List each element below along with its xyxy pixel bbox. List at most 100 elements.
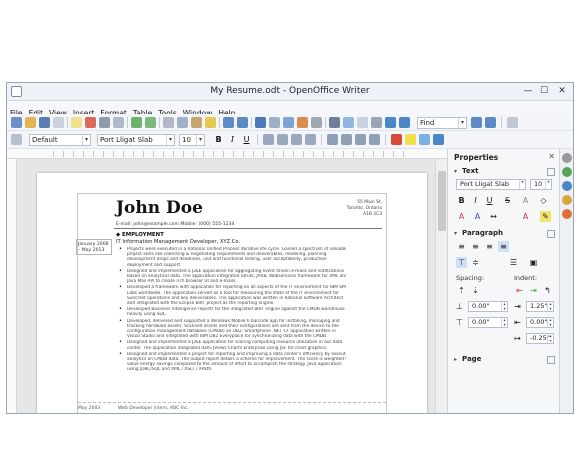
para-align-left-icon[interactable]: ≡ <box>456 241 467 252</box>
text-section-header[interactable]: ▾ Text <box>454 167 478 175</box>
sidebar-italic-button[interactable]: I <box>470 195 481 206</box>
styles-formatting-icon[interactable] <box>11 134 22 145</box>
cut-icon[interactable] <box>163 117 174 128</box>
after-indent-input[interactable]: 0.00" ▴ ▾ <box>526 317 554 328</box>
open-folder-icon[interactable] <box>25 117 36 128</box>
sidebar-highlight-button[interactable]: ✎ <box>540 211 551 222</box>
italic-button[interactable]: I <box>227 134 238 145</box>
sidebar-font-color-button[interactable]: A <box>520 211 531 222</box>
export-pdf-icon[interactable] <box>85 117 96 128</box>
font-size-select[interactable]: 10 ▾ <box>179 134 205 146</box>
sidebar-size-select[interactable]: 10 ▾ <box>530 179 552 190</box>
minimize-button[interactable]: — <box>521 85 535 97</box>
navigator-tab-icon[interactable] <box>562 209 572 219</box>
sidebar-close-icon[interactable]: ✕ <box>548 152 555 161</box>
first-line-indent-input[interactable]: -0.25" ▴ ▾ <box>526 333 554 344</box>
paragraph-more-options-icon[interactable] <box>547 230 555 238</box>
sidebar-bold-button[interactable]: B <box>456 195 467 206</box>
numbering-icon[interactable] <box>327 134 338 145</box>
email-icon[interactable] <box>53 117 64 128</box>
redo-icon[interactable] <box>237 117 248 128</box>
bullets-icon[interactable] <box>341 134 352 145</box>
copy-icon[interactable] <box>177 117 188 128</box>
align-right-icon[interactable] <box>291 134 302 145</box>
para-justify-icon[interactable]: ≡ <box>498 241 509 252</box>
underline-button[interactable]: U <box>241 134 252 145</box>
deck-menu-icon[interactable] <box>562 153 572 163</box>
align-left-icon[interactable] <box>263 134 274 145</box>
document-page[interactable]: John Doe E-mail: john@example.com Mobile… <box>37 173 427 413</box>
text-more-options-icon[interactable] <box>547 168 555 176</box>
highlighting-icon[interactable] <box>405 134 416 145</box>
sidebar-underline-button[interactable]: U <box>484 195 495 206</box>
page-section-header[interactable]: ▸ Page <box>454 355 481 363</box>
decrease-indent-side-icon[interactable]: ⇥ <box>528 285 539 296</box>
zoom-icon[interactable] <box>385 117 396 128</box>
justify-icon[interactable] <box>305 134 316 145</box>
font-color-icon[interactable] <box>391 134 402 145</box>
horizontal-ruler[interactable] <box>7 149 447 159</box>
decrease-indent-icon[interactable] <box>355 134 366 145</box>
vertical-scrollbar[interactable] <box>435 159 447 413</box>
maximize-button[interactable]: ☐ <box>537 85 551 97</box>
hyperlink-icon[interactable] <box>255 117 266 128</box>
para-background-icon[interactable]: ▣ <box>528 257 539 268</box>
clone-formatting-icon[interactable] <box>205 117 216 128</box>
sidebar-font-select[interactable]: Port Lligat Slab ▾ <box>456 179 526 190</box>
chart-icon[interactable] <box>297 117 308 128</box>
toolbar-options-icon[interactable] <box>507 117 518 128</box>
more-formatting-icon[interactable] <box>433 134 444 145</box>
undo-icon[interactable] <box>223 117 234 128</box>
autospellcheck-icon[interactable] <box>145 117 156 128</box>
increase-indent-side-icon[interactable]: ⇤ <box>514 285 525 296</box>
find-previous-icon[interactable] <box>485 117 496 128</box>
print-preview-icon[interactable] <box>113 117 124 128</box>
gallery-icon[interactable] <box>357 117 368 128</box>
formatting-marks-icon[interactable] <box>371 117 382 128</box>
sidebar-shadow-button[interactable]: A <box>520 195 531 206</box>
image-icon[interactable] <box>283 117 294 128</box>
find-next-icon[interactable] <box>471 117 482 128</box>
gallery-tab-icon[interactable] <box>562 195 572 205</box>
navigator-icon[interactable] <box>343 117 354 128</box>
hanging-indent-icon[interactable]: ↰ <box>542 285 553 296</box>
para-bullets-icon[interactable]: ☰ <box>508 257 519 268</box>
above-spacing-input[interactable]: 0.00" ▴ ▾ <box>468 301 508 312</box>
table-icon[interactable] <box>269 117 280 128</box>
decrease-spacing-icon[interactable]: ⇣ <box>470 285 481 296</box>
page-more-options-icon[interactable] <box>547 356 555 364</box>
close-button[interactable]: ✕ <box>555 85 569 97</box>
below-spacing-input[interactable]: 0.00" ▴ ▾ <box>468 317 508 328</box>
save-icon[interactable] <box>39 117 50 128</box>
scrollbar-thumb[interactable] <box>438 171 446 231</box>
help-icon[interactable] <box>399 117 410 128</box>
new-document-icon[interactable] <box>11 117 22 128</box>
find-replace-icon[interactable] <box>329 117 340 128</box>
paragraph-style-select[interactable]: Default ▾ <box>29 134 91 146</box>
paste-icon[interactable] <box>191 117 202 128</box>
properties-tab-icon[interactable] <box>562 167 572 177</box>
sidebar-spacing-button[interactable]: ↔ <box>488 211 499 222</box>
sidebar-shrink-font-button[interactable]: A <box>472 211 483 222</box>
increase-indent-icon[interactable] <box>369 134 380 145</box>
bold-button[interactable]: B <box>213 134 224 145</box>
spellcheck-icon[interactable] <box>131 117 142 128</box>
show-draw-functions-icon[interactable] <box>311 117 322 128</box>
paragraph-section-header[interactable]: ▾ Paragraph <box>454 229 503 237</box>
para-top-align-icon[interactable]: ⊤ <box>456 257 467 268</box>
align-center-icon[interactable] <box>277 134 288 145</box>
para-align-right-icon[interactable]: ≡ <box>484 241 495 252</box>
before-indent-input[interactable]: 1.25" ▴ ▾ <box>526 301 554 312</box>
increase-spacing-icon[interactable]: ⇡ <box>456 285 467 296</box>
sidebar-strikethrough-button[interactable]: S <box>502 195 513 206</box>
background-color-icon[interactable] <box>419 134 430 145</box>
para-middle-align-icon[interactable]: ≑ <box>470 257 481 268</box>
print-icon[interactable] <box>99 117 110 128</box>
edit-file-icon[interactable] <box>71 117 82 128</box>
para-align-center-icon[interactable]: ≡ <box>470 241 481 252</box>
sidebar-grow-font-button[interactable]: A <box>456 211 467 222</box>
vertical-ruler[interactable] <box>7 159 17 413</box>
sidebar-clear-format-button[interactable]: ◇ <box>538 195 549 206</box>
find-input[interactable]: Find ▾ <box>417 117 467 129</box>
font-name-select[interactable]: Port Lligat Slab ▾ <box>97 134 175 146</box>
